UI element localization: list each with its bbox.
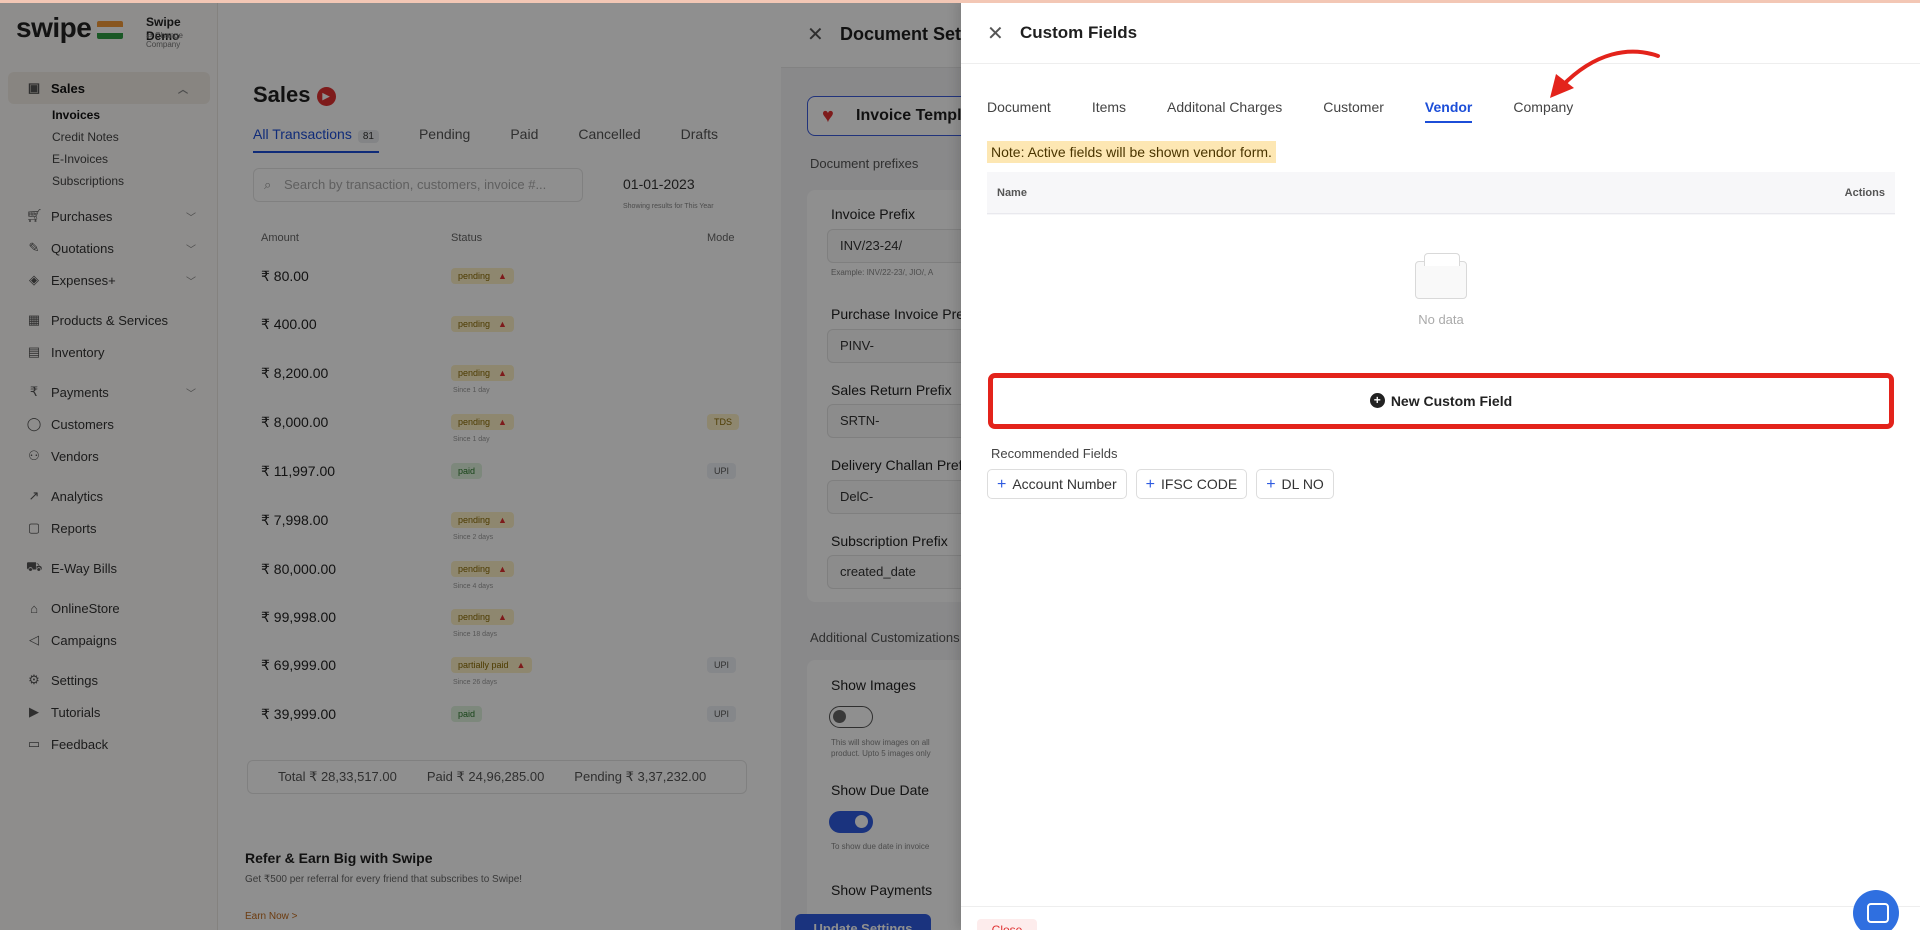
empty-text: No data	[1418, 312, 1464, 327]
name-header: Name	[997, 187, 1027, 199]
custom-fields-table: Name Actions No data	[987, 172, 1895, 372]
red-arrow-annotation	[1550, 49, 1660, 98]
chip-account-number[interactable]: + Account Number	[987, 469, 1127, 499]
chip-dl-no[interactable]: + DL NO	[1256, 469, 1334, 499]
tab-items[interactable]: Items	[1092, 99, 1126, 123]
recommended-fields-label: Recommended Fields	[991, 446, 1118, 461]
tab-customer[interactable]: Customer	[1323, 99, 1384, 123]
custom-fields-drawer: ✕ Custom Fields Document Items Additonal…	[961, 0, 1920, 930]
custom-fields-title: Custom Fields	[1020, 23, 1138, 42]
modal-overlay[interactable]	[0, 0, 781, 930]
close-icon[interactable]: ✕	[987, 21, 1004, 46]
plus-icon: +	[1266, 476, 1276, 493]
tab-additional-charges[interactable]: Additonal Charges	[1167, 99, 1282, 123]
tab-vendor[interactable]: Vendor	[1424, 99, 1473, 123]
plus-icon: +	[1145, 476, 1155, 493]
close-button[interactable]: Close	[977, 919, 1037, 930]
vendor-note: Note: Active fields will be shown vendor…	[987, 141, 1276, 163]
new-custom-field-button[interactable]: + New Custom Field	[988, 373, 1894, 429]
plus-circle-icon: +	[1369, 393, 1385, 409]
table-header: Name Actions	[987, 172, 1895, 214]
actions-header: Actions	[1844, 187, 1885, 199]
tab-document[interactable]: Document	[987, 99, 1051, 123]
table-body: No data	[987, 215, 1895, 372]
top-accent-bar	[0, 0, 1920, 3]
empty-inbox-icon	[1415, 253, 1467, 299]
docset-dim	[781, 0, 961, 930]
chat-support-icon[interactable]	[1853, 890, 1899, 930]
recommended-chips: + Account Number + IFSC CODE + DL NO	[987, 469, 1343, 499]
document-settings-drawer: ✕ Document Settings ♥Invoice Templates D…	[781, 0, 961, 930]
plus-icon: +	[997, 476, 1007, 493]
custom-fields-tabs: Document Items Additonal Charges Custome…	[987, 99, 1614, 123]
custom-fields-header: ✕ Custom Fields	[961, 0, 1920, 64]
drawer-footer: Close	[961, 906, 1920, 930]
chip-ifsc-code[interactable]: + IFSC CODE	[1135, 469, 1248, 499]
